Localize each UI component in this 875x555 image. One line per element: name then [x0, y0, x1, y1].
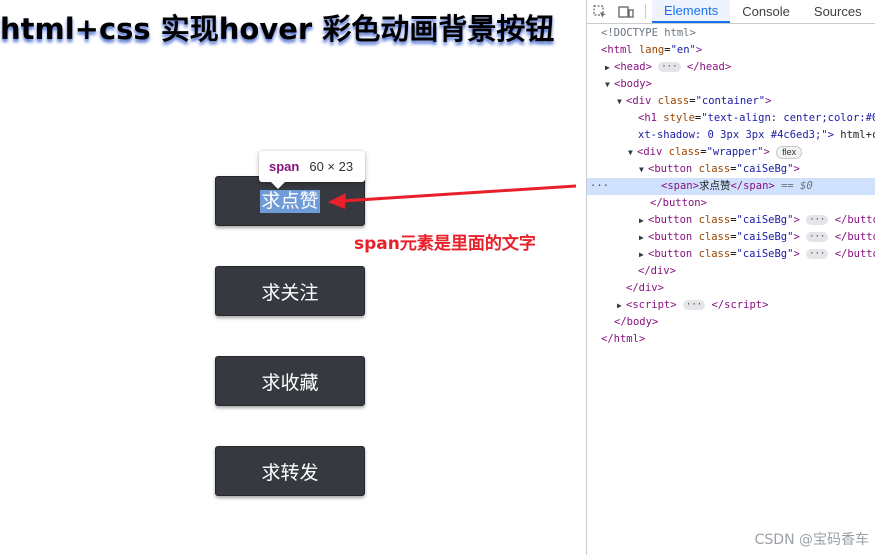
- dom-node-button-1[interactable]: ▼ <button class="caiSeBg">: [587, 161, 875, 178]
- tab-console[interactable]: Console: [730, 0, 802, 23]
- collapsed-triangle-icon[interactable]: ▶: [605, 59, 614, 76]
- page-viewport: html+css 实现hover 彩色动画背景按钮 求点赞 求关注 求收藏 求转…: [0, 0, 586, 555]
- collapsed-triangle-icon[interactable]: ▶: [639, 212, 648, 229]
- ellipsis-icon[interactable]: ···: [658, 62, 681, 72]
- expanded-triangle-icon[interactable]: ▼: [617, 93, 626, 110]
- inspect-element-icon[interactable]: [587, 0, 613, 23]
- button-label-span: 求点赞: [260, 189, 320, 213]
- ellipsis-icon[interactable]: ···: [806, 232, 829, 242]
- dom-node-script[interactable]: ▶ <script> ··· </script>: [587, 297, 875, 314]
- dom-node-div-close[interactable]: </div>: [587, 263, 875, 280]
- annotation-label: span元素是里面的文字: [354, 234, 536, 254]
- dom-node-span-selected[interactable]: ··· <span>求点赞</span> == $0: [587, 178, 875, 195]
- devtools-panel: Elements Console Sources <!DOCTYPE html>…: [586, 0, 875, 555]
- ellipsis-icon[interactable]: ···: [806, 249, 829, 259]
- dom-node-body[interactable]: ▼ <body>: [587, 76, 875, 93]
- collapsed-triangle-icon[interactable]: ▶: [617, 297, 626, 314]
- expanded-triangle-icon[interactable]: ▼: [639, 161, 648, 178]
- dom-node-html[interactable]: <html lang="en">: [587, 42, 875, 59]
- button-label: 求收藏: [261, 371, 319, 394]
- dom-node-doctype[interactable]: <!DOCTYPE html>: [587, 25, 875, 42]
- button-label: 求转发: [261, 461, 319, 484]
- share-button[interactable]: 求转发: [215, 446, 365, 496]
- tooltip-tag: span: [269, 159, 300, 174]
- ellipsis-icon[interactable]: ···: [682, 300, 706, 310]
- dom-node-div-close[interactable]: </div>: [587, 280, 875, 297]
- dom-node-h1-cont[interactable]: xt-shadow: 0 3px 3px #4c6ed3;"> html+css: [587, 127, 875, 144]
- dom-node-body-close[interactable]: </body>: [587, 314, 875, 331]
- ellipsis-icon[interactable]: ···: [806, 215, 829, 225]
- dom-node-container[interactable]: ▼ <div class="container">: [587, 93, 875, 110]
- collapsed-triangle-icon[interactable]: ▶: [639, 229, 648, 246]
- flex-badge[interactable]: flex: [776, 145, 803, 159]
- element-inspect-tooltip: span 60 × 23: [259, 151, 365, 182]
- dom-node-html-close[interactable]: </html>: [587, 331, 875, 348]
- toolbar-divider: [645, 4, 646, 19]
- tab-elements[interactable]: Elements: [652, 0, 731, 23]
- more-options-icon[interactable]: ···: [590, 178, 609, 195]
- collapsed-triangle-icon[interactable]: ▶: [639, 246, 648, 263]
- selected-marker: == $0: [781, 180, 813, 192]
- button-label: 求关注: [261, 281, 319, 304]
- page-title: html+css 实现hover 彩色动画背景按钮: [0, 12, 555, 46]
- tooltip-size: 60 × 23: [309, 159, 354, 174]
- expanded-triangle-icon[interactable]: ▼: [628, 144, 637, 161]
- dom-node-button-4[interactable]: ▶<button class="caiSeBg"> ··· </button>: [587, 246, 875, 263]
- dom-node-wrapper[interactable]: ▼ <div class="wrapper"> flex: [587, 144, 875, 161]
- dom-node-button-2[interactable]: ▶<button class="caiSeBg"> ··· </button>: [587, 212, 875, 229]
- expanded-triangle-icon[interactable]: ▼: [605, 76, 614, 93]
- like-button[interactable]: 求点赞: [215, 176, 365, 226]
- dom-node-button-close[interactable]: </button>: [587, 195, 875, 212]
- favorite-button[interactable]: 求收藏: [215, 356, 365, 406]
- tab-sources[interactable]: Sources: [802, 0, 874, 23]
- dom-node-head[interactable]: ▶ <head> ··· </head>: [587, 59, 875, 76]
- watermark: CSDN @宝码香车: [754, 532, 869, 548]
- devtools-toolbar: Elements Console Sources: [587, 0, 875, 24]
- device-toolbar-icon[interactable]: [613, 0, 639, 23]
- dom-node-h1[interactable]: <h1 style="text-align: center;color:#000: [587, 110, 875, 127]
- follow-button[interactable]: 求关注: [215, 266, 365, 316]
- dom-node-button-3[interactable]: ▶<button class="caiSeBg"> ··· </button>: [587, 229, 875, 246]
